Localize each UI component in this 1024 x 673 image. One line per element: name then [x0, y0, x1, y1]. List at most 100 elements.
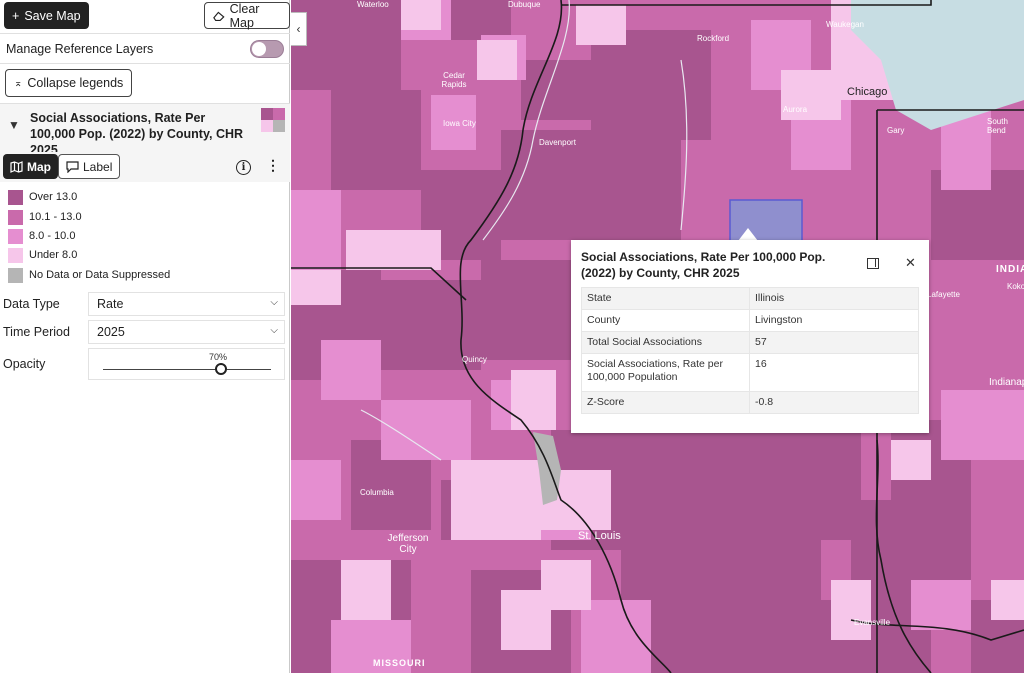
legend-label: 8.0 - 10.0	[29, 230, 76, 242]
data-type-row: Data Type Rate ⌵	[0, 292, 290, 318]
popup-title: Social Associations, Rate Per 100,000 Po…	[581, 250, 826, 280]
layer-legend-thumbnail-icon	[261, 108, 285, 132]
chevron-left-icon: ‹	[296, 22, 301, 36]
layer-tools: Map Label i ⋮	[0, 152, 290, 182]
legend-swatch	[8, 189, 23, 205]
city-label: Lafayette	[927, 290, 960, 299]
attr-key: County	[581, 309, 750, 332]
layer-title: Social Associations, Rate Per 100,000 Po…	[30, 111, 244, 157]
table-row: State Illinois	[581, 287, 919, 310]
city-label: Waukegan	[826, 20, 864, 29]
legend-label: No Data or Data Suppressed	[29, 269, 171, 281]
city-label: Jefferson City	[387, 533, 429, 555]
city-label: Waterloo	[357, 0, 389, 9]
city-label: Rockford	[697, 34, 730, 43]
city-label: Cedar Rapids	[441, 71, 467, 89]
opacity-label: Opacity	[3, 357, 46, 371]
clear-map-label: Clear Map	[229, 1, 260, 30]
collapse-legends-button[interactable]: ⌅ Collapse legends	[5, 69, 133, 97]
layer-header[interactable]: ▼ Social Associations, Rate Per 100,000 …	[0, 104, 290, 157]
close-icon[interactable]: ✕	[905, 255, 916, 271]
map-icon	[10, 160, 23, 173]
side-panel: + Save Map Clear Map Manage Reference La…	[0, 0, 290, 673]
city-label: Dubuque	[508, 0, 541, 9]
dock-icon[interactable]	[867, 258, 879, 269]
clear-map-button[interactable]: Clear Map	[204, 1, 290, 30]
opacity-slider[interactable]: 70%	[88, 348, 285, 380]
plus-icon: +	[12, 8, 20, 23]
city-label: Aurora	[783, 105, 808, 114]
chevron-down-icon[interactable]: ▼	[8, 118, 20, 132]
feature-popup: Social Associations, Rate Per 100,000 Po…	[571, 240, 929, 433]
legend-label: 10.1 - 13.0	[29, 211, 82, 223]
tab-label-label: Label	[83, 159, 113, 174]
reference-layers-toggle[interactable]	[250, 40, 284, 58]
attribute-table: State Illinois County Livingston Total S…	[581, 287, 919, 414]
panel-toolbar: + Save Map Clear Map	[0, 0, 290, 34]
attr-value: Illinois	[749, 287, 919, 310]
legend-swatch	[8, 267, 23, 283]
collapse-panel-button[interactable]: ‹	[291, 12, 307, 46]
city-label: Chicago	[847, 86, 888, 98]
info-icon[interactable]: i	[236, 160, 251, 175]
save-map-button[interactable]: + Save Map	[4, 2, 89, 29]
attr-value: 57	[749, 331, 919, 354]
legend-item: 10.1 - 13.0	[8, 209, 82, 225]
collapse-icon: ⌅	[14, 77, 23, 89]
slider-track[interactable]	[103, 369, 271, 370]
attr-value: 16	[749, 353, 919, 392]
reference-layers-label: Manage Reference Layers	[6, 41, 154, 56]
legend-swatch	[8, 247, 23, 263]
tab-map[interactable]: Map	[3, 154, 58, 179]
opacity-value: 70%	[209, 352, 228, 362]
toggle-knob	[252, 42, 266, 56]
attr-value: -0.8	[749, 391, 919, 414]
city-label: Iowa City	[443, 119, 476, 128]
legend-label: Over 13.0	[29, 191, 78, 203]
collapse-legends-row: ⌅ Collapse legends	[0, 64, 290, 104]
attr-key: Total Social Associations	[581, 331, 750, 354]
city-label: Quincy	[462, 355, 487, 364]
more-options-icon[interactable]: ⋮	[266, 158, 280, 172]
time-period-value: 2025	[97, 325, 125, 339]
attr-value: Livingston	[749, 309, 919, 332]
time-period-row: Time Period 2025 ⌵	[0, 320, 290, 346]
table-row: Total Social Associations 57	[581, 331, 919, 354]
tab-map-label: Map	[27, 159, 51, 174]
table-row: County Livingston	[581, 309, 919, 332]
legend-swatch	[8, 209, 23, 225]
city-label: St. Louis	[578, 530, 621, 542]
eraser-icon	[213, 11, 225, 21]
slider-handle[interactable]	[215, 363, 227, 375]
collapse-legends-label: Collapse legends	[27, 76, 124, 90]
table-row: Z-Score -0.8	[581, 391, 919, 414]
attr-key: Social Associations, Rate per 100,000 Po…	[581, 353, 750, 392]
attr-key: Z-Score	[581, 391, 750, 414]
legend-item: Under 8.0	[8, 247, 77, 263]
time-period-label: Time Period	[3, 325, 70, 339]
attr-key: State	[581, 287, 750, 310]
data-type-label: Data Type	[3, 297, 60, 311]
city-label: Davenport	[539, 138, 576, 147]
city-label: Indianapolis	[989, 377, 1024, 388]
city-label: Kokomo	[1007, 282, 1024, 291]
chevron-down-icon: ⌵	[270, 325, 278, 336]
state-label: MISSOURI	[373, 658, 426, 668]
data-type-select[interactable]: Rate ⌵	[88, 292, 285, 316]
state-label: INDIANA	[996, 264, 1024, 275]
city-label: Gary	[887, 126, 905, 135]
legend-item: Over 13.0	[8, 189, 77, 205]
city-label: South Bend	[987, 117, 1008, 135]
time-period-select[interactable]: 2025 ⌵	[88, 320, 285, 344]
legend-swatch	[8, 228, 23, 244]
legend-item: No Data or Data Suppressed	[8, 267, 170, 283]
tab-label[interactable]: Label	[58, 154, 121, 179]
legend-label: Under 8.0	[29, 249, 78, 261]
reference-layers-row: Manage Reference Layers	[0, 34, 290, 64]
city-label: Columbia	[360, 488, 394, 497]
table-row: Social Associations, Rate per 100,000 Po…	[581, 353, 919, 392]
save-map-label: Save Map	[24, 8, 81, 23]
data-type-value: Rate	[97, 297, 124, 311]
chevron-down-icon: ⌵	[270, 297, 278, 308]
city-label: Evansville	[854, 618, 891, 627]
